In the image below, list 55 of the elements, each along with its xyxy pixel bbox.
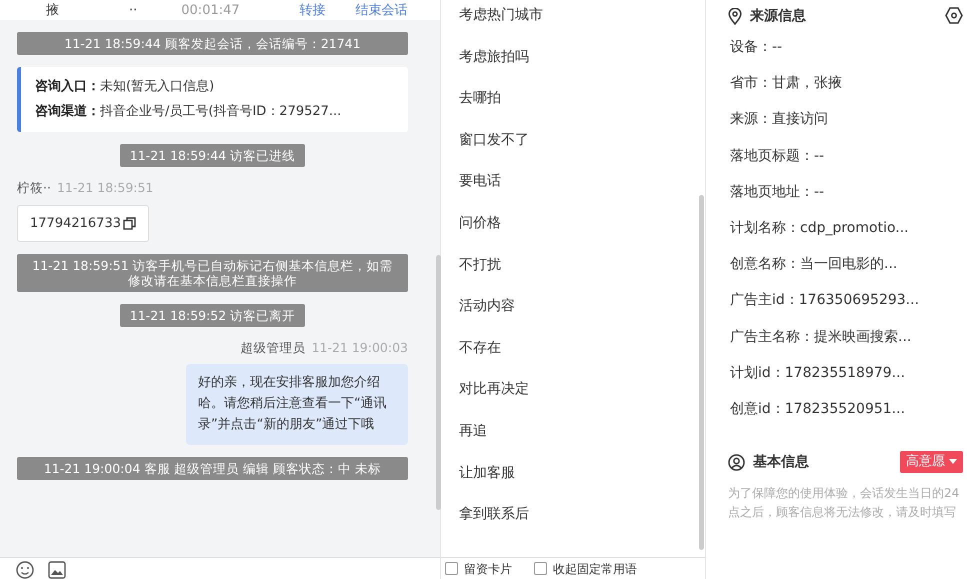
sender-name: 柠筱·· [17,180,51,196]
caret-icon [949,458,957,465]
message-time: 11-21 18:59:51 [56,180,154,196]
phrase-item[interactable]: 考虑热门城市 [441,4,705,46]
option-checkbox[interactable]: 留资卡片 [445,560,512,578]
phrase-item[interactable]: 不打扰 [441,254,705,296]
system-message: 11-21 18:59:44 访客已进线 [120,144,306,168]
info-row-text: 广告主名称：提米映画搜索... [729,328,912,346]
message-time: 11-21 19:00:03 [312,340,408,356]
phrase-item[interactable]: 考虑旅拍吗 [441,46,705,88]
phrase-item[interactable]: 去哪拍 [441,87,705,129]
consult-info-line: 咨询入口：未知(暂无入口信息) [35,78,216,96]
phrase-item[interactable]: 让加客服 [441,462,705,504]
message-bubble: 好的亲，现在安排客服加您介绍哈。请您稍后注意查看一下“通讯录”并点击“新的朋友”通过下哦 [186,364,408,445]
section-title: 基本信息 [753,452,809,472]
info-row-text: 计划名称：cdp_promotio... [729,218,910,238]
copy-icon[interactable] [122,216,136,230]
info-row-text: 落地页标题：-- [729,146,826,166]
info-row-text: 创意名称：当一回电影的... [729,255,898,274]
phone-number: 17794216733 [30,214,121,233]
option-checkbox[interactable]: 收起固定常用语 [534,560,637,578]
info-row-text: 计划id：178235518979... [729,364,906,383]
phrase-item[interactable]: 窗口发不了 [441,128,705,170]
system-message: 11-21 18:59:51 访客手机号已自动标记右侧基本信息栏，如需修改请在基本信息栏直接操作 [17,254,408,292]
phrase-item[interactable]: 对比再决定 [441,378,705,420]
intent-dropdown[interactable]: 高意愿 [900,451,963,473]
location-pin-icon [728,8,742,24]
image-icon[interactable] [48,561,66,579]
phrase-item[interactable]: 拿到联系后 [441,503,705,545]
location-text: 掖 [46,2,59,20]
phrase-item[interactable]: 不存在 [441,336,705,378]
emoji-icon[interactable] [16,561,34,579]
consult-info-line: 咨询渠道：抖音企业号/员工号(抖音号ID：279527... [35,102,342,121]
info-row-text: 省市：甘肃，张掖 [729,74,843,94]
sender-name: 超级管理员 [240,340,306,356]
phrase-item[interactable]: 问价格 [441,212,705,254]
info-row-text: 来源：直接访问 [729,110,829,130]
duration-text: 00:01:47 [181,2,240,20]
phrase-item[interactable]: 再追 [441,420,705,462]
notice-text: 为了保障您的使用体验，会话发生当日的24点之后，顾客信息将无法修改，请及时填写 [728,485,960,522]
system-message: 11-21 19:00:04 客服 超级管理员 编辑 顾客状态：中 未标 [17,456,408,480]
phrase-item[interactable]: 要电话 [441,170,705,212]
settings-icon[interactable] [945,7,963,24]
info-row-text: 设备：-- [729,38,784,57]
section-title: 来源信息 [750,6,806,26]
system-message: 11-21 18:59:52 访客已离开 [120,304,306,328]
status-text: ·· [129,2,138,20]
info-row-text: 落地页地址：-- [729,182,826,202]
end-session-link[interactable]: 结束会话 [356,0,408,20]
phrase-item[interactable]: 活动内容 [441,295,705,337]
info-row-text: 广告主id：176350695293... [729,291,920,310]
user-icon [728,454,745,471]
system-message: 11-21 18:59:44 顾客发起会话，会话编号：21741 [17,32,408,55]
transfer-link[interactable]: 转接 [300,0,326,20]
info-row-text: 创意id：178235520951... [729,400,906,419]
